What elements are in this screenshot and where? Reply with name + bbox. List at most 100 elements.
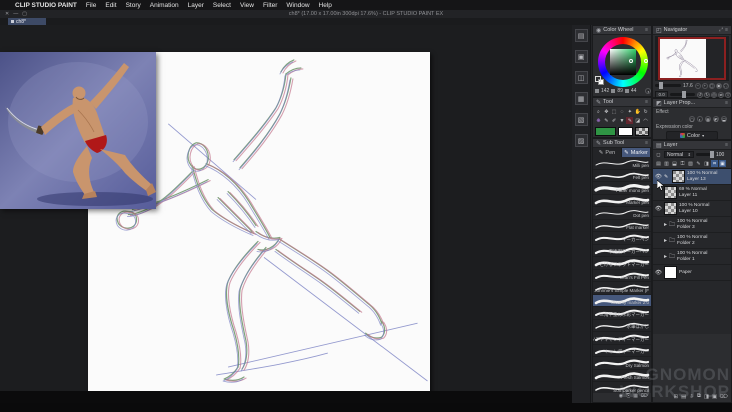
brush-item[interactable]: 不透明マーカーペン <box>593 245 651 257</box>
menu-item-edit[interactable]: Edit <box>105 2 116 9</box>
layer-thumbnail[interactable] <box>664 266 677 279</box>
lock-icon[interactable]: ⚿ <box>679 160 686 167</box>
layer-thumbnail[interactable] <box>672 170 685 183</box>
main-color-swatch[interactable] <box>595 127 617 136</box>
panel-menu-icon[interactable]: ≡ <box>645 99 648 105</box>
border-effect-icon[interactable]: ◯ <box>689 116 695 122</box>
brush-item[interactable]: ソフトキャンディーマーカー <box>593 332 651 345</box>
fit-screen-icon[interactable]: ▣ <box>715 82 722 89</box>
layer-row[interactable]: ▸ 🗀 100 % Normal Folder 3 <box>653 217 731 233</box>
panel-menu-icon[interactable]: ≡ <box>725 100 728 106</box>
brush-item[interactable]: Jean's Fill Pen <box>593 270 651 282</box>
layer-row[interactable]: ▸ 🗀 100 % Normal Folder 2 <box>653 233 731 249</box>
lock-alpha-icon[interactable]: ▨ <box>687 160 694 167</box>
panel-menu-icon[interactable]: ≡ <box>645 140 648 146</box>
hand-tool-icon[interactable]: ✋ <box>634 108 642 115</box>
app-name[interactable]: CLIP STUDIO PAINT <box>15 2 77 9</box>
lasso-tool-icon[interactable]: ◌ <box>618 108 626 115</box>
rotate-right-icon[interactable]: ↻ <box>704 91 710 98</box>
sub-tool-tab-marker[interactable]: ✎ Marker <box>622 148 651 157</box>
transfer-icon[interactable]: ▤ <box>655 160 662 167</box>
menu-item-window[interactable]: Window <box>286 2 309 9</box>
draft-icon[interactable]: ✎ <box>695 160 702 167</box>
brush-item[interactable]: Flat marker <box>593 220 651 232</box>
apply-mask-icon[interactable]: ▣ <box>712 394 717 400</box>
sub-tool-add-icon[interactable]: ▦ <box>633 393 638 401</box>
expand-arrow-icon[interactable]: ▸ <box>664 253 667 260</box>
panel-menu-icon[interactable]: ≡ <box>645 27 648 33</box>
menu-item-layer[interactable]: Layer <box>188 2 204 9</box>
zoom-in-icon[interactable]: + <box>701 82 708 89</box>
merge-down-icon[interactable]: ⧉ <box>697 393 701 400</box>
expand-arrow-icon[interactable]: ▸ <box>664 237 667 244</box>
brush-item[interactable]: マーカーペン <box>593 232 651 245</box>
opacity-slider[interactable] <box>696 151 714 158</box>
ruler-icon[interactable]: ⌗ <box>711 160 718 167</box>
zoom-tool-icon[interactable]: ⌕ <box>595 108 602 115</box>
expression-color-select[interactable]: Color ▾ <box>666 131 718 140</box>
brush-item[interactable]: キャンディーマーカー <box>593 345 651 357</box>
menu-item-story[interactable]: Story <box>126 2 141 9</box>
navigator-rotation-slider[interactable] <box>670 91 695 98</box>
brush-item[interactable]: とけるフラットマーカー <box>593 257 651 270</box>
dock-icon-5[interactable]: ▧ <box>574 113 588 126</box>
move-tool-icon[interactable]: ✥ <box>602 108 610 115</box>
brush-tool-icon[interactable]: ▼ <box>618 117 626 124</box>
expand-arrow-icon[interactable]: ▸ <box>664 221 667 228</box>
reset-view-icon[interactable]: ▽ <box>725 91 731 98</box>
eraser-tool-icon[interactable]: ◪ <box>634 117 642 124</box>
layer-row[interactable]: 👁 Paper <box>653 265 731 281</box>
rotate-left-icon[interactable]: ↺ <box>697 91 703 98</box>
tone-effect-icon[interactable]: ◐ <box>697 116 703 122</box>
foreground-color-swatch[interactable] <box>595 76 601 82</box>
dock-icon-2[interactable]: ▣ <box>574 50 588 63</box>
blend-mode-select[interactable]: Normal ⇕ <box>664 151 694 158</box>
sub-tool-delete-icon[interactable]: ⌦ <box>641 393 648 401</box>
extract-line-effect-icon[interactable]: ⬓ <box>721 116 727 122</box>
new-folder-icon[interactable]: ▤ <box>681 394 686 400</box>
dock-icon-1[interactable]: ▤ <box>574 29 588 42</box>
dock-icon-6[interactable]: ▨ <box>574 134 588 147</box>
selection-tool-icon[interactable]: ⬚ <box>610 108 618 115</box>
eyedropper-tool-icon[interactable]: ✦ <box>626 108 634 115</box>
layer-thumbnail[interactable] <box>664 186 677 199</box>
panel-menu-icon[interactable]: ≡ <box>725 142 728 148</box>
color-mode-toggle-icon[interactable]: ◑ <box>645 88 651 94</box>
dock-icon-4[interactable]: ▦ <box>574 92 588 105</box>
brush-item[interactable]: Dry Salmon <box>593 357 651 370</box>
brush-item[interactable]: 三角平重ね水彩マーカー <box>593 307 651 320</box>
brush-item[interactable]: Marker pen <box>593 195 651 207</box>
menu-item-animation[interactable]: Animation <box>150 2 179 9</box>
canvas-viewport[interactable]: 17.6 − + ▣ 0.0 ↺↻⇄◎ <box>0 25 572 391</box>
pencil-tool-icon[interactable]: ✐ <box>610 117 618 124</box>
sv-cursor-icon[interactable] <box>629 59 633 63</box>
brush-item[interactable]: 水筆ぼかし <box>593 320 651 332</box>
visibility-eye-icon[interactable]: 👁 <box>655 206 662 212</box>
menu-item-help[interactable]: Help <box>319 2 332 9</box>
transfer-down-icon[interactable]: ⇩ <box>689 394 694 400</box>
flip-horizontal-icon[interactable]: ⇄ <box>718 91 724 98</box>
sub-tool-tab-pen[interactable]: ✎ Pen <box>593 148 622 157</box>
layer-color-effect-icon[interactable]: ◩ <box>713 116 719 122</box>
marker-tool-icon[interactable]: ✎ <box>626 117 634 124</box>
menu-item-filter[interactable]: Filter <box>263 2 277 9</box>
navigator-zoom-slider[interactable] <box>655 82 681 89</box>
menu-item-select[interactable]: Select <box>213 2 231 9</box>
full-screen-icon[interactable]: ⛶ <box>722 82 729 89</box>
menu-item-file[interactable]: File <box>86 2 96 9</box>
transparent-color-swatch[interactable] <box>634 127 649 136</box>
layer-row[interactable]: 👁 100 % Normal Layer 10 <box>653 201 731 217</box>
dock-icon-3[interactable]: ◫ <box>574 71 588 84</box>
blend-tool-icon[interactable]: ◠ <box>642 117 650 124</box>
layer-row[interactable]: ▸ 🗀 100 % Normal Folder 1 <box>653 249 731 265</box>
menu-item-view[interactable]: View <box>240 2 254 9</box>
rotate-view-tool-icon[interactable]: ↻ <box>642 108 650 115</box>
zoom-out-icon[interactable]: − <box>694 82 701 89</box>
navigator-view-frame[interactable] <box>658 37 726 80</box>
document-tab[interactable]: ch8* <box>8 18 46 25</box>
sub-color-swatch[interactable] <box>618 127 633 136</box>
combine-icon[interactable]: ▥ <box>663 160 670 167</box>
hue-cursor-icon[interactable] <box>644 59 648 63</box>
onion-icon[interactable]: ▣ <box>719 160 726 167</box>
zoom-100-icon[interactable]: ◻ <box>708 82 715 89</box>
